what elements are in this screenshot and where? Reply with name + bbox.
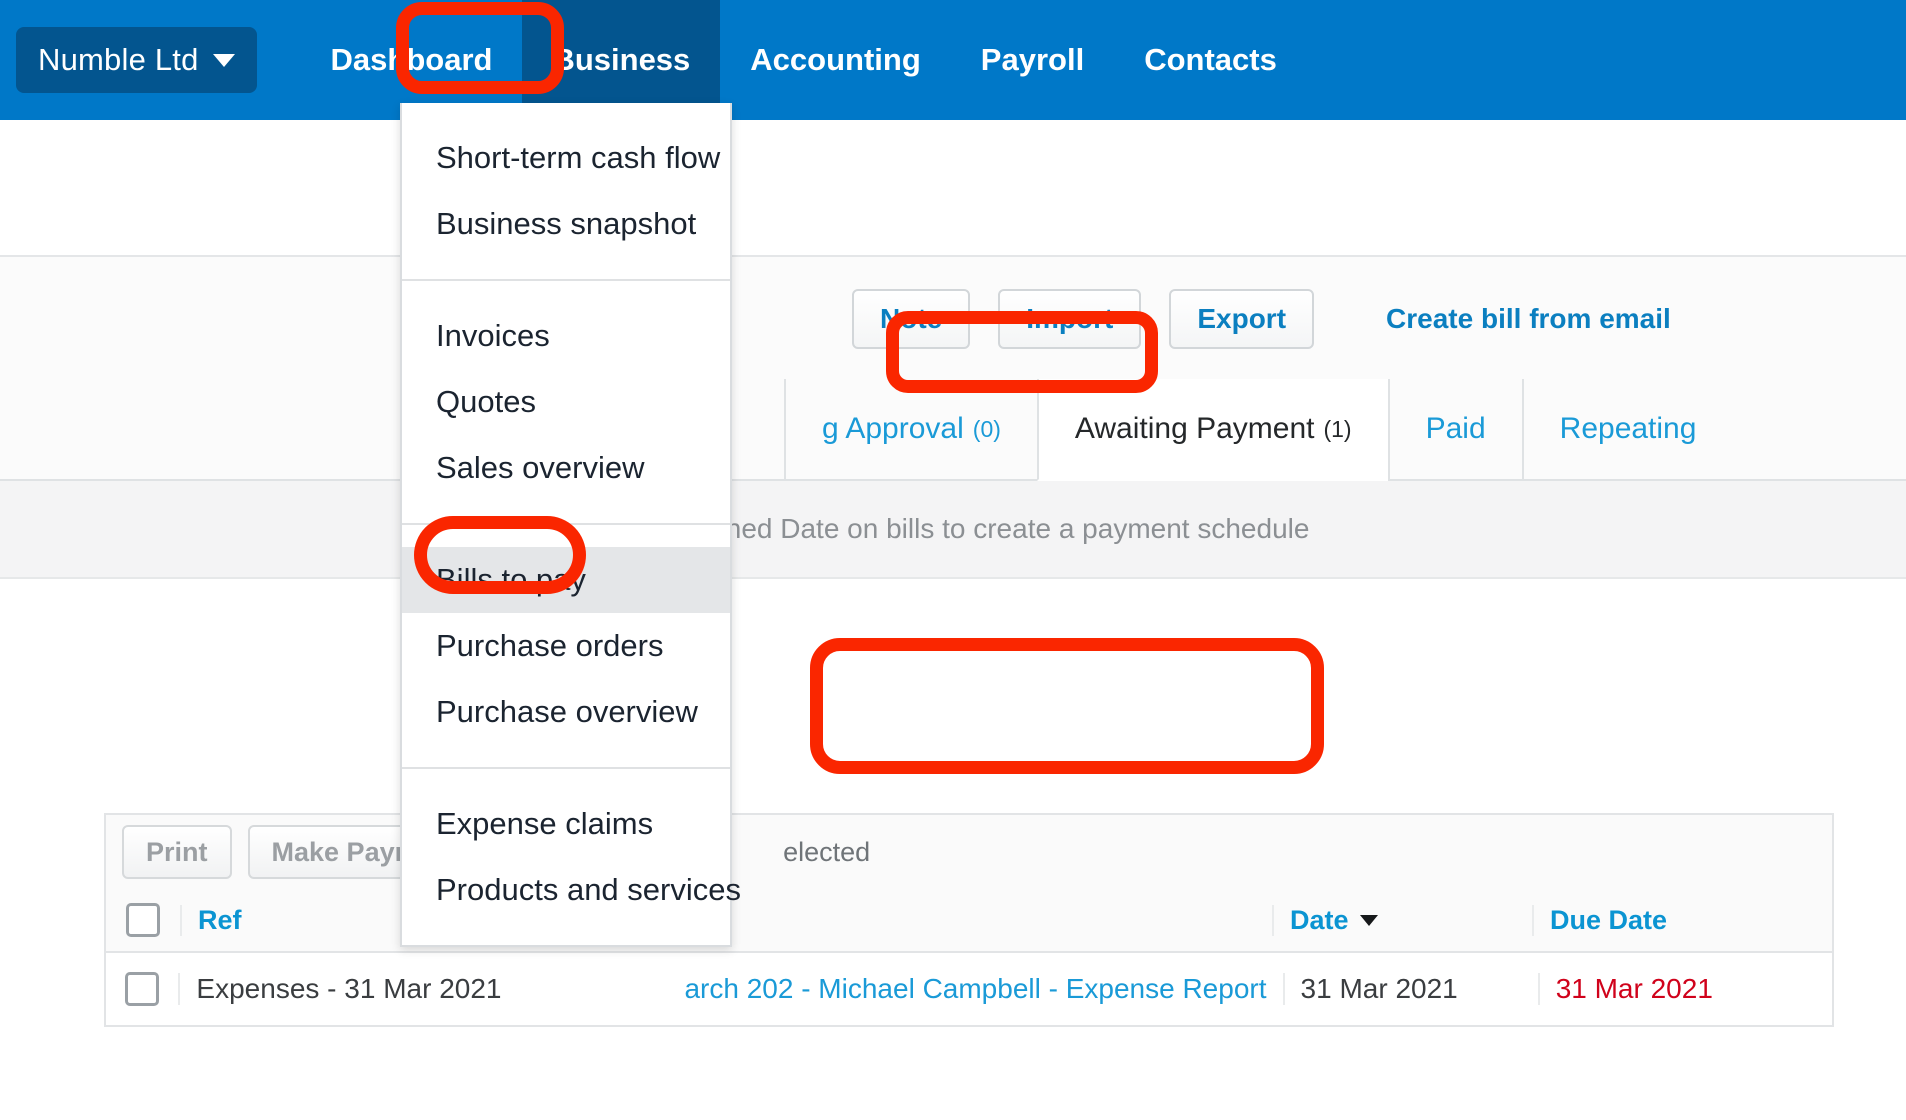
primary-nav-items: Dashboard Business Accounting Payroll Co… — [301, 0, 1307, 120]
tab-count: (0) — [972, 415, 1001, 442]
menu-item-purchase-overview[interactable]: Purchase overview — [402, 679, 730, 745]
menu-item-label: Invoices — [436, 318, 550, 353]
selected-count-text: elected — [783, 836, 871, 867]
menu-group-1: Short-term cash flow Business snapshot — [402, 103, 730, 279]
menu-item-label: Purchase overview — [436, 694, 698, 729]
nav-label: Payroll — [980, 42, 1085, 77]
organisation-switcher-button[interactable]: Numble Ltd — [16, 27, 257, 93]
table-action-bar: Print Make Payment elected — [104, 813, 1834, 889]
cell-ref: Expenses - 31 Mar 2021 — [178, 973, 668, 1005]
nav-label: Dashboard — [330, 42, 493, 77]
top-navigation-bar: Numble Ltd Dashboard Business Accounting… — [0, 0, 1906, 120]
nav-label: Contacts — [1144, 42, 1277, 77]
nav-item-accounting[interactable]: Accounting — [720, 0, 951, 120]
menu-item-label: Business snapshot — [436, 206, 697, 241]
row-select-cell — [106, 972, 178, 1006]
menu-item-expense-claims[interactable]: Expense claims — [402, 791, 730, 857]
menu-item-business-snapshot[interactable]: Business snapshot — [402, 191, 730, 257]
menu-item-purchase-orders[interactable]: Purchase orders — [402, 613, 730, 679]
select-all-checkbox[interactable] — [126, 903, 160, 937]
menu-item-label: Purchase orders — [436, 628, 664, 663]
tab-awaiting-approval[interactable]: g Approval (0) — [784, 379, 1037, 479]
menu-item-label: Bills to pay — [436, 562, 586, 597]
nav-item-contacts[interactable]: Contacts — [1114, 0, 1307, 120]
cell-due-date: 31 Mar 2021 — [1537, 973, 1832, 1005]
import-button[interactable]: Import — [998, 289, 1142, 349]
tab-label: Awaiting Payment — [1074, 412, 1315, 445]
tab-label: Paid — [1425, 412, 1486, 445]
business-dropdown-menu: Short-term cash flow Business snapshot I… — [400, 103, 741, 947]
tab-count: (1) — [1323, 415, 1352, 442]
create-bill-from-email-link[interactable]: Create bill from email — [1386, 303, 1671, 335]
tab-paid[interactable]: Paid — [1387, 379, 1522, 479]
menu-item-short-term-cash-flow[interactable]: Short-term cash flow — [402, 125, 730, 191]
print-button[interactable]: Print — [122, 825, 232, 879]
column-header-due-date[interactable]: Due Date — [1532, 904, 1832, 936]
cell-due-date-text: 31 Mar 2021 — [1555, 973, 1713, 1004]
select-all-cell — [106, 903, 180, 937]
page-content: Note Import Export Create bill from emai… — [0, 120, 1906, 1120]
cell-to-link: arch 202 - Michael Campbell - Expense Re… — [684, 973, 1267, 1004]
bill-status-tabs: g Approval (0) Awaiting Payment (1) Paid… — [0, 379, 1906, 481]
print-button-label: Print — [146, 836, 208, 867]
tab-label: Repeating — [1559, 412, 1697, 445]
tab-label: g Approval — [822, 412, 964, 445]
bills-toolbar: Note Import Export Create bill from emai… — [0, 255, 1906, 381]
menu-item-sales-overview[interactable]: Sales overview — [402, 435, 730, 501]
cell-date: 31 Mar 2021 — [1282, 973, 1538, 1005]
menu-group-2: Invoices Quotes Sales overview — [402, 279, 730, 523]
menu-item-products-and-services[interactable]: Products and services — [402, 857, 741, 923]
import-button-label: Import — [1026, 303, 1114, 334]
menu-item-label: Products and services — [436, 872, 741, 907]
row-checkbox[interactable] — [125, 972, 160, 1006]
export-button[interactable]: Export — [1169, 289, 1315, 349]
organisation-name: Numble Ltd — [38, 42, 199, 77]
nav-item-dashboard[interactable]: Dashboard — [301, 0, 523, 120]
app-root: Numble Ltd Dashboard Business Accounting… — [0, 0, 1906, 1120]
menu-group-3: Bills to pay Purchase orders Purchase ov… — [402, 523, 730, 767]
menu-item-quotes[interactable]: Quotes — [402, 369, 730, 435]
column-header-date-label: Date — [1290, 904, 1349, 935]
table-row[interactable]: Expenses - 31 Mar 2021 arch 202 - Michae… — [106, 953, 1832, 1025]
menu-item-bills-to-pay[interactable]: Bills to pay — [402, 547, 730, 613]
column-header-due-date-label: Due Date — [1550, 904, 1668, 935]
note-button-label: Note — [880, 303, 943, 334]
cell-date-text: 31 Mar 2021 — [1300, 973, 1458, 1004]
menu-group-4: Expense claims Products and services — [402, 767, 741, 945]
menu-item-label: Sales overview — [436, 450, 645, 485]
nav-item-business[interactable]: Business — [522, 0, 721, 120]
menu-item-label: Short-term cash flow — [436, 140, 721, 175]
export-button-label: Export — [1197, 303, 1287, 334]
menu-item-label: Expense claims — [436, 806, 654, 841]
tab-awaiting-payment[interactable]: Awaiting Payment (1) — [1036, 379, 1388, 481]
table-header-row: Ref Date Due Date — [106, 889, 1832, 953]
note-button[interactable]: Note — [852, 289, 971, 349]
sort-descending-caret-icon — [1359, 914, 1378, 926]
chevron-down-icon — [212, 53, 235, 67]
cell-ref-text: Expenses - 31 Mar 2021 — [196, 973, 502, 1004]
menu-item-label: Quotes — [436, 384, 536, 419]
nav-label: Accounting — [750, 42, 921, 77]
column-header-ref-label: Ref — [198, 904, 242, 935]
bills-table: Ref Date Due Date Expenses - 31 Mar 2021… — [104, 889, 1834, 1027]
create-bill-from-email-label: Create bill from email — [1386, 303, 1671, 334]
column-header-date[interactable]: Date — [1272, 904, 1532, 936]
nav-label: Business — [552, 42, 691, 77]
tab-repeating[interactable]: Repeating — [1521, 379, 1733, 479]
menu-item-invoices[interactable]: Invoices — [402, 303, 730, 369]
nav-item-payroll[interactable]: Payroll — [951, 0, 1114, 120]
planned-date-notice: Set a Planned Date on bills to create a … — [0, 481, 1906, 579]
cell-to[interactable]: arch 202 - Michael Campbell - Expense Re… — [668, 973, 1282, 1005]
